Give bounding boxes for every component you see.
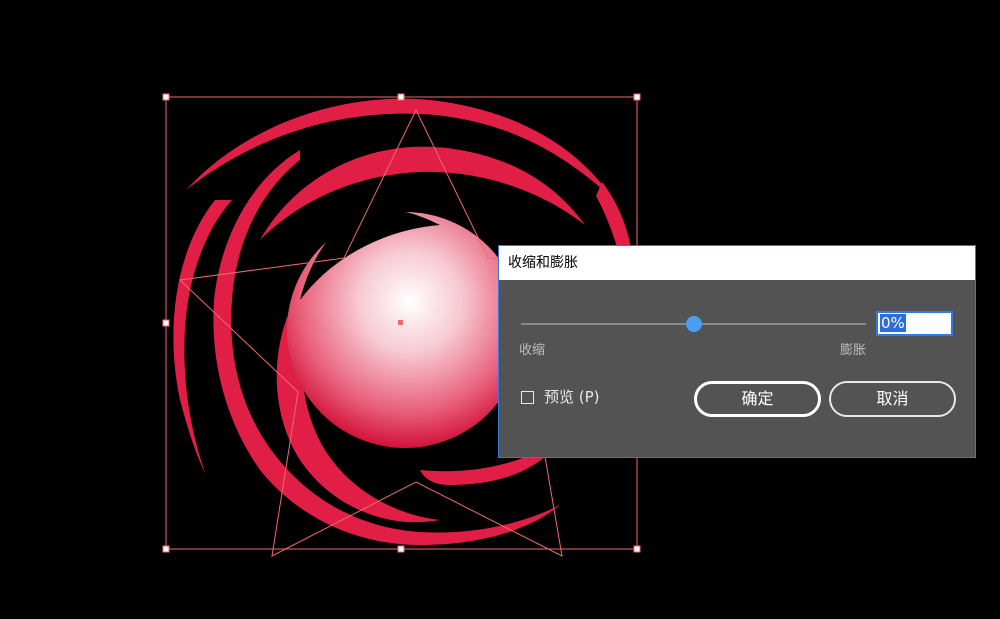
handle-bottom-left[interactable] xyxy=(162,545,170,553)
checkbox-box-icon[interactable] xyxy=(521,390,534,404)
preview-checkbox[interactable]: 预览 (P) xyxy=(521,388,600,406)
handle-top-left[interactable] xyxy=(162,93,170,101)
ok-button[interactable]: 确定 xyxy=(694,381,821,417)
percent-value-text: 0% xyxy=(880,314,906,332)
pucker-bloat-slider-thumb[interactable] xyxy=(686,316,702,332)
preview-label: 预览 (P) xyxy=(544,388,600,406)
center-point xyxy=(398,320,403,325)
pucker-bloat-dialog: 收缩和膨胀 收缩 膨胀 0% 预览 (P) 确定 取消 xyxy=(498,245,976,458)
handle-top-right[interactable] xyxy=(633,93,641,101)
percent-value-input[interactable]: 0% xyxy=(876,311,953,336)
dialog-title[interactable]: 收缩和膨胀 xyxy=(499,246,975,280)
bloat-label: 膨胀 xyxy=(840,343,867,358)
handle-middle-left[interactable] xyxy=(162,319,170,327)
handle-bottom-right[interactable] xyxy=(633,545,641,553)
cancel-button[interactable]: 取消 xyxy=(829,381,956,417)
gradient-sphere[interactable] xyxy=(287,212,523,448)
pucker-label: 收缩 xyxy=(519,343,546,358)
handle-top-middle[interactable] xyxy=(397,93,405,101)
handle-bottom-middle[interactable] xyxy=(397,545,405,553)
